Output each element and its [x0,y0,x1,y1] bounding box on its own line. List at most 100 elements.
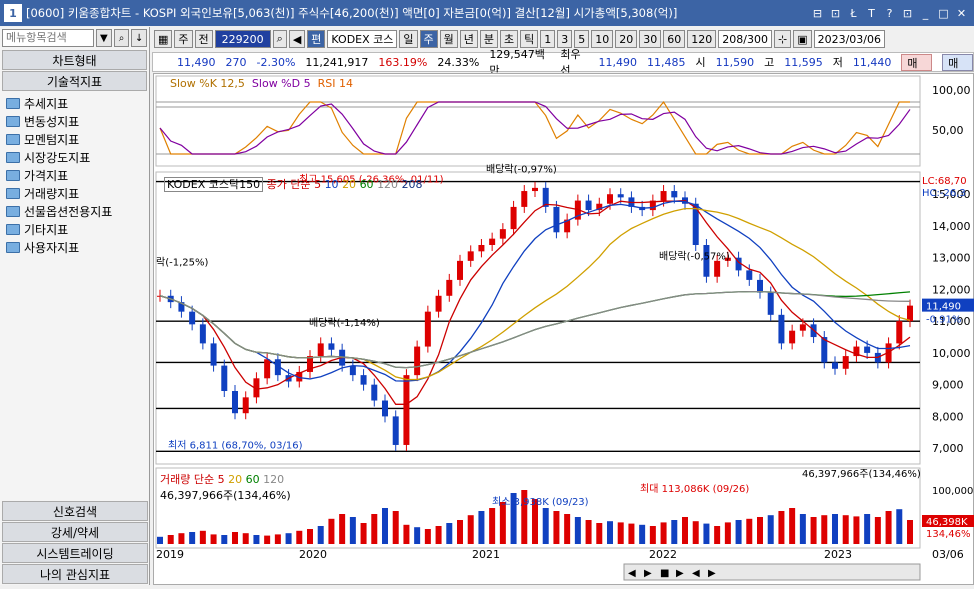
indicator-sidebar: ▼ ⌕ ↓ 차트형태 기술적지표 추세지표변동성지표모멘텀지표시장강도지표가격지… [0,27,150,585]
volume-bar [167,535,174,544]
interval-button-7[interactable]: 120 [687,30,717,48]
volume-bar [864,514,871,544]
volume-bar [628,523,635,544]
period-tab-3[interactable]: 년 [459,30,478,48]
best-bid: 11,485 [647,55,686,69]
tab-chart-type[interactable]: 차트형태 [2,50,147,70]
volume-bar [832,514,838,544]
folder-icon [6,169,20,181]
interval-button-6[interactable]: 60 [663,30,686,48]
volume-bar [253,535,260,544]
tree-item-label: 모멘텀지표 [24,132,80,147]
stock-code-input[interactable]: 229200 [214,30,271,48]
volume-bar [660,522,667,544]
sidebar-bottom-tab[interactable]: 강세/약세 [2,522,148,542]
tree-item-4[interactable]: 가격지표 [6,166,143,184]
window-control-icon[interactable]: ⊟ [811,7,824,20]
tree-item-6[interactable]: 선물옵션전용지표 [6,202,143,220]
window-control-icon[interactable]: Ł [847,7,860,20]
price-axis-label: 9,000 [932,379,964,392]
candle-body [489,238,496,245]
tree-item-5[interactable]: 거래량지표 [6,184,143,202]
tree-item-label: 기타지표 [24,222,69,237]
buy-button[interactable]: 매수 [901,53,933,86]
volume-bar [446,523,453,544]
candle-body [403,375,410,445]
tree-item-0[interactable]: 추세지표 [6,94,143,112]
tree-item-7[interactable]: 기타지표 [6,220,143,238]
download-icon[interactable]: ↓ [131,29,148,47]
volume-bar [457,520,463,544]
sidebar-bottom-tab[interactable]: 신호검색 [2,501,148,521]
sidebar-bottom-tab[interactable]: 나의 관심지표 [2,564,148,584]
volume-axis-label: 100,000 [932,486,973,497]
interval-button-4[interactable]: 20 [615,30,638,48]
window-control-icon[interactable]: ⊡ [829,7,842,20]
volume-bar [757,517,763,544]
period-tab-0[interactable]: 일 [399,30,418,48]
edit-icon[interactable]: 편 [307,30,326,48]
indicator-tree: 추세지표 변동성지표모멘텀지표 시장강도지표 가격지표 거래량지표 선물옵션전용지표기타지… [0,92,149,258]
chart-svg[interactable]: 100,0050,0015,00014,00013,00012,00011,00… [154,74,974,586]
bar-count[interactable]: 208/300 [718,30,772,48]
volume-bar [703,523,710,544]
price-axis-label: 14,000 [932,220,971,233]
volume-bar [360,523,367,544]
tree-item-2[interactable]: 모멘텀지표 [6,130,143,148]
volume-bar [232,532,238,544]
volume-bar [414,527,421,544]
interval-button-5[interactable]: 30 [639,30,662,48]
crosshair-icon[interactable]: ⊹ [773,30,792,48]
window-control-icon[interactable]: _ [919,7,932,20]
volume-bar [574,517,581,544]
tree-item-8[interactable]: 사용자지표 [6,238,143,256]
sell-button[interactable]: 매도 [942,53,973,86]
search-icon[interactable]: ⌕ [272,30,287,48]
search-icon[interactable]: ⌕ [113,29,130,47]
volume-bar [382,508,388,544]
annotation-low: 최저 6,811 (68,70%, 03/16) [168,439,303,451]
volume-bar [403,524,410,544]
folder-icon [6,97,20,109]
candle-body [467,251,474,261]
interval-button-3[interactable]: 10 [591,30,614,48]
date-input[interactable]: 2023/03/06 [813,30,885,48]
quote-infobar: 11,490 270 -2.30% 11,241,917 163.19% 24.… [152,48,974,86]
type-select[interactable]: 주 [174,30,193,48]
window-control-icon[interactable]: T [865,7,878,20]
dropdown-icon[interactable]: ▼ [96,29,112,47]
period-tab-1[interactable]: 주 [419,30,438,48]
window-control-icon[interactable]: ✕ [955,7,968,20]
tree-item-3[interactable]: 시장강도지표 [6,148,143,166]
window-control-icon[interactable]: □ [937,7,950,20]
volume-bar [564,514,571,544]
menu-search-input[interactable] [2,29,94,47]
chart-area[interactable]: 100,00 50,00 15,000 14,000 13,000 12,000 11,00… [153,73,974,585]
volume-pct-label: 134,46% [926,529,971,540]
stoch-axis-label: 100,00 [932,84,971,97]
window-control-icon[interactable]: ⊡ [901,7,914,20]
low-price: 11,440 [852,55,892,69]
speaker-icon[interactable]: ◀ [288,30,306,48]
volume-bar [596,523,603,544]
x-axis-label: 2020 [299,548,327,561]
tree-item-1[interactable]: 변동성지표 [6,112,143,130]
relation-select[interactable]: 전 [194,30,213,48]
candle-body [832,362,838,369]
candle-body [757,279,763,293]
x-axis-label: 2022 [649,548,677,561]
price-axis-label: 13,000 [932,252,971,265]
grid-icon[interactable]: ▦ [154,30,173,48]
current-price: 11,490 [177,55,216,69]
save-icon[interactable]: ▣ [793,30,812,48]
volume-bar [296,530,303,544]
stock-name[interactable]: KODEX 코스 [327,30,398,48]
candle-body [907,305,913,322]
period-tab-2[interactable]: 월 [439,30,458,48]
price-right-lc: LC:68,70 [922,176,967,187]
tab-technical-indicators[interactable]: 기술적지표 [2,71,147,91]
volume-bar [189,532,196,544]
window-control-icon[interactable]: ? [883,7,896,20]
sidebar-bottom-tab[interactable]: 시스템트레이딩 [2,543,148,563]
folder-icon [6,151,20,163]
